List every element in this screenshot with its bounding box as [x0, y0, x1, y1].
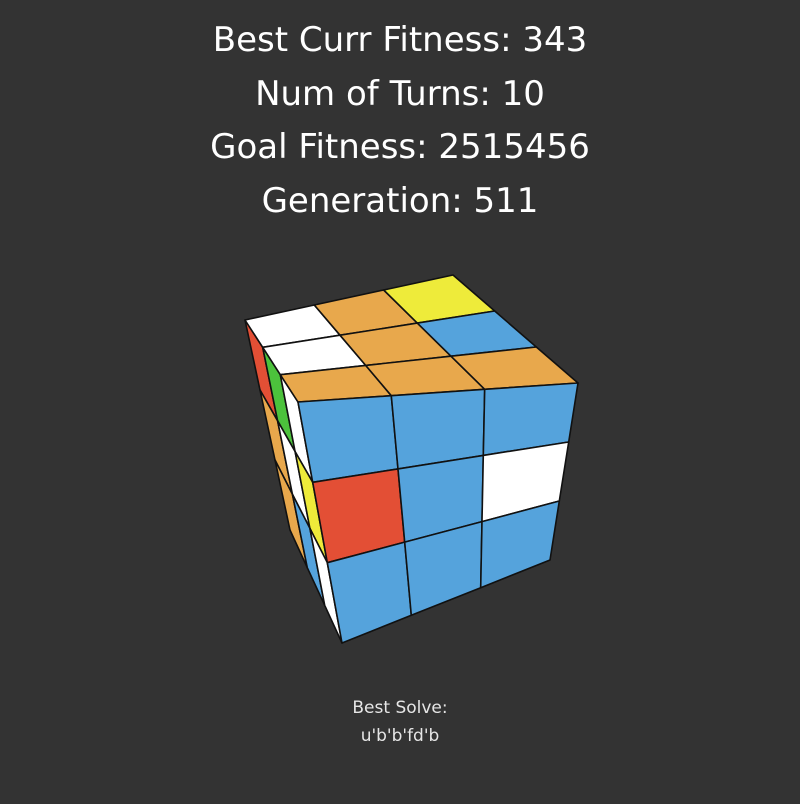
cube-face-front[interactable]: [297, 382, 579, 644]
best-solve-label: Best Solve:: [352, 698, 448, 718]
best-solve-moves: u'b'b'fd'b: [360, 726, 440, 746]
cube-viewport[interactable]: [0, 0, 800, 800]
sticker-front-r0-c0[interactable]: [297, 394, 399, 484]
cube-face-top[interactable]: [244, 274, 579, 403]
best-solve-panel: Best Solve: u'b'b'fd'b: [0, 694, 800, 750]
rubiks-cube[interactable]: [0, 0, 800, 800]
